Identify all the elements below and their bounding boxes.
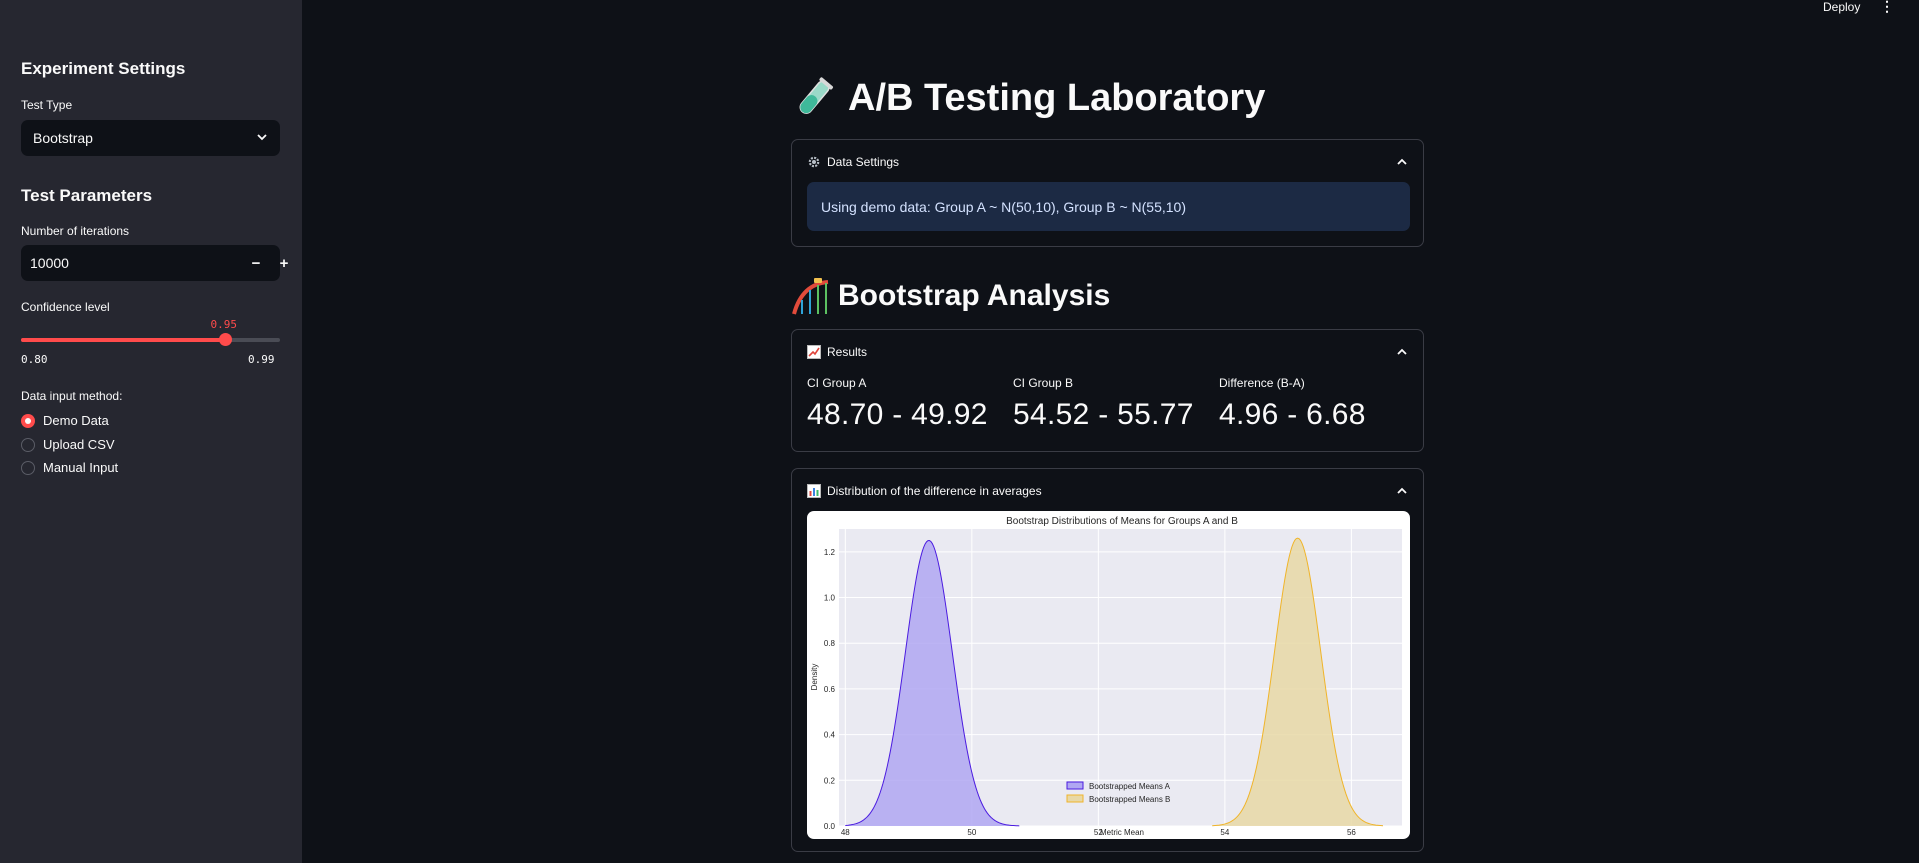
y-tick-label: 0.8 — [824, 639, 836, 648]
gear-icon — [807, 155, 821, 169]
iterations-label: Number of iterations — [21, 224, 130, 238]
experiment-settings-heading: Experiment Settings — [21, 59, 186, 78]
chevron-up-icon[interactable] — [1396, 485, 1408, 497]
confidence-min-label: 0.80 — [21, 353, 48, 366]
radio-label: Demo Data — [43, 413, 109, 428]
chart-increasing-icon — [807, 345, 821, 359]
data-settings-header[interactable]: Data Settings — [807, 153, 1408, 171]
sidebar: Experiment Settings Test Type Bootstrap … — [0, 0, 302, 863]
page-title-text: A/B Testing Laboratory — [848, 76, 1266, 119]
test-type-label: Test Type — [21, 98, 73, 112]
x-tick-label: 48 — [841, 828, 850, 837]
x-axis-label: Metric Mean — [1100, 828, 1144, 837]
distribution-header[interactable]: Distribution of the difference in averag… — [807, 482, 1408, 500]
radio-manual-input[interactable]: Manual Input — [21, 460, 118, 475]
iterations-input[interactable] — [21, 245, 211, 281]
iterations-number-input: − + — [21, 245, 288, 281]
radio-selected-icon — [21, 413, 35, 428]
metric-value: 54.52 - 55.77 — [1013, 398, 1194, 431]
test-type-select[interactable]: Bootstrap — [21, 120, 280, 156]
test-parameters-heading: Test Parameters — [21, 186, 153, 205]
distribution-expander: Distribution of the difference in averag… — [791, 468, 1424, 852]
chevron-down-icon — [257, 134, 267, 141]
demo-data-info: Using demo data: Group A ~ N(50,10), Gro… — [807, 182, 1410, 231]
confidence-slider-thumb[interactable] — [219, 333, 233, 346]
confidence-label: Confidence level — [21, 300, 110, 314]
metric-label: CI Group A — [807, 376, 867, 390]
chart-title: Bootstrap Distributions of Means for Gro… — [1006, 516, 1238, 527]
radio-upload-csv[interactable]: Upload CSV — [21, 437, 115, 452]
y-tick-label: 1.0 — [824, 594, 836, 603]
legend-swatch-b — [1066, 794, 1084, 803]
radio-demo-data[interactable]: Demo Data — [21, 413, 109, 428]
bar-chart-icon — [807, 484, 821, 498]
x-tick-label: 56 — [1347, 828, 1356, 837]
distribution-chart: 48 50 52 54 56 0.0 0.2 0.4 0.6 0.8 1.0 1.2 Bootstr… — [807, 511, 1410, 839]
metric-ci-group-a: CI Group A 48.70 - 49.92 — [807, 376, 988, 432]
results-header[interactable]: Results — [807, 343, 1408, 361]
y-axis-label: Density — [810, 664, 819, 691]
confidence-slider-value: 0.95 — [210, 318, 237, 331]
y-tick-label: 1.2 — [824, 548, 836, 557]
y-tick-label: 0.2 — [824, 776, 836, 785]
y-tick-label: 0.0 — [824, 822, 836, 831]
distribution-chart-svg: 48 50 52 54 56 0.00.20.40.60.81.01.2 Bootstr… — [810, 516, 1402, 837]
metric-value: 48.70 - 49.92 — [807, 398, 988, 431]
x-ticks: 48 50 52 54 56 — [841, 828, 1357, 837]
data-settings-expander: Data Settings Using demo data: Group A ~… — [791, 139, 1424, 247]
legend-label-a: Bootstrapped Means A — [1089, 782, 1171, 791]
chevron-up-icon[interactable] — [1396, 156, 1408, 168]
x-tick-label: 54 — [1220, 828, 1229, 837]
distribution-title: Distribution of the difference in averag… — [827, 484, 1042, 498]
legend-label-b: Bootstrapped Means B — [1089, 795, 1170, 804]
results-expander: Results CI Group A 48.70 - 49.92 CI Grou… — [791, 329, 1424, 452]
confidence-max-label: 0.99 — [248, 353, 275, 366]
radio-label: Manual Input — [43, 460, 119, 475]
iterations-decrement-button[interactable]: − — [242, 245, 270, 281]
y-tick-label: 0.6 — [824, 685, 836, 694]
metric-label: CI Group B — [1013, 376, 1074, 390]
iterations-increment-button[interactable]: + — [270, 245, 298, 281]
analysis-title-text: Bootstrap Analysis — [838, 279, 1111, 312]
roller-coaster-icon — [792, 276, 832, 316]
test-type-value: Bootstrap — [33, 130, 93, 146]
metric-difference: Difference (B-A) 4.96 - 6.68 — [1219, 376, 1366, 432]
radio-unselected-icon — [21, 460, 35, 475]
metric-label: Difference (B-A) — [1219, 376, 1305, 390]
test-tube-icon — [792, 76, 836, 120]
kebab-menu-icon[interactable]: ⋮ — [1880, 0, 1894, 15]
x-tick-label: 50 — [967, 828, 976, 837]
radio-label: Upload CSV — [43, 437, 115, 452]
confidence-slider[interactable] — [21, 333, 280, 346]
legend-swatch-a — [1066, 781, 1084, 790]
y-tick-label: 0.4 — [824, 731, 836, 740]
analysis-title: Bootstrap Analysis — [792, 276, 1110, 316]
page-title: A/B Testing Laboratory — [792, 76, 1265, 120]
data-settings-title: Data Settings — [827, 155, 900, 169]
radio-unselected-icon — [21, 437, 35, 452]
metric-ci-group-b: CI Group B 54.52 - 55.77 — [1013, 376, 1194, 432]
chevron-up-icon[interactable] — [1396, 346, 1408, 358]
confidence-slider-fill — [21, 338, 226, 342]
metric-value: 4.96 - 6.68 — [1219, 398, 1366, 431]
deploy-button[interactable]: Deploy — [1823, 0, 1860, 14]
y-ticks: 0.0 0.2 0.4 0.6 0.8 1.0 1.2 — [824, 548, 836, 831]
results-title: Results — [827, 345, 868, 359]
data-input-label: Data input method: — [21, 389, 123, 403]
